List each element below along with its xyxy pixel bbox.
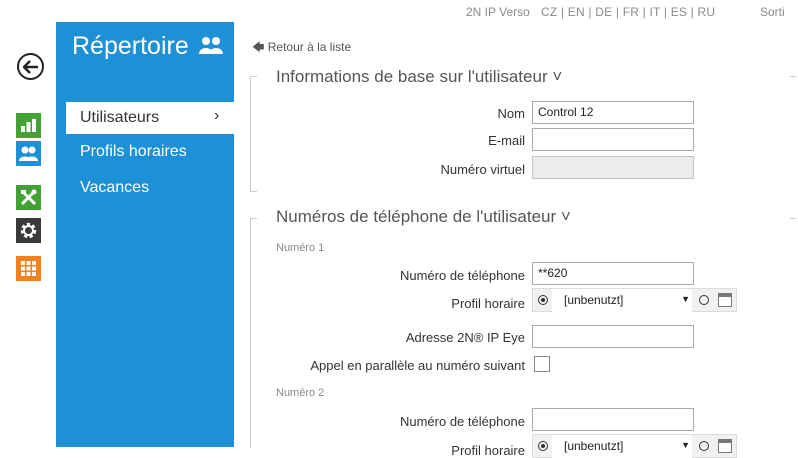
status-chart-icon[interactable]	[16, 113, 41, 138]
device-name: 2N IP Verso	[466, 5, 530, 19]
directory-panel: Répertoire Utilisateurs › Profils horair…	[56, 22, 234, 447]
directory-users-icon[interactable]	[16, 141, 41, 166]
section-bracket	[250, 218, 257, 448]
number-2-heading: Numéro 2	[276, 387, 325, 399]
settings-gear-icon[interactable]	[16, 218, 41, 243]
back-arrow-small-icon: 🡄	[252, 40, 265, 54]
phone-2-field[interactable]	[532, 408, 694, 431]
logout-link[interactable]: Sorti	[760, 5, 785, 19]
name-field[interactable]: Control 12	[532, 101, 694, 124]
services-grid-icon[interactable]	[16, 256, 41, 281]
section-bracket-right	[790, 218, 796, 219]
caret-down-icon: ▼	[681, 294, 690, 304]
basic-info-title[interactable]: Informations de base sur l'utilisateur ˅	[276, 67, 562, 87]
phone-1-label: Numéro de téléphone	[399, 268, 525, 283]
top-bar: 2N IP Verso CZ | EN | DE | FR | IT | ES …	[0, 0, 798, 22]
chevron-down-icon: ˅	[560, 207, 571, 226]
nav-item-profils-horaires[interactable]: Profils horaires	[80, 143, 187, 161]
section-bracket-right	[790, 76, 796, 77]
virtual-number-label: Numéro virtuel	[440, 162, 525, 177]
section-bracket	[250, 76, 257, 192]
email-field[interactable]	[532, 128, 694, 151]
nav-item-utilisateurs[interactable]: Utilisateurs ›	[66, 102, 234, 134]
icon-sidebar	[0, 22, 56, 447]
profile-1-radio-select[interactable]	[538, 295, 548, 305]
calendar-icon[interactable]	[718, 293, 732, 307]
nav-item-vacances[interactable]: Vacances	[80, 179, 149, 197]
profile-1-radio-calendar[interactable]	[699, 295, 709, 305]
name-label: Nom	[497, 106, 525, 121]
profile-2-radio-select[interactable]	[538, 441, 548, 451]
back-arrow-icon[interactable]	[17, 53, 44, 80]
email-label: E-mail	[488, 133, 525, 148]
phone-1-field[interactable]: **620	[532, 262, 694, 285]
ip-eye-1-label: Adresse 2N® IP Eye	[405, 330, 525, 345]
back-to-list-link[interactable]: 🡄 Retour à la liste	[252, 38, 351, 59]
phone-2-label: Numéro de téléphone	[399, 414, 525, 429]
language-selector[interactable]: CZ | EN | DE | FR | IT | ES | RU	[541, 5, 715, 19]
calendar-icon[interactable]	[718, 439, 732, 453]
profile-2-label: Profil horaire	[451, 443, 525, 458]
phone-numbers-title[interactable]: Numéros de téléphone de l'utilisateur ˅	[276, 207, 571, 227]
panel-title: Répertoire	[72, 32, 189, 60]
profile-1-label: Profil horaire	[451, 296, 525, 311]
chevron-right-icon: ›	[214, 107, 220, 124]
profile-1-select[interactable]: [unbenutzt] ▼	[552, 289, 692, 312]
chevron-down-icon: ˅	[552, 67, 563, 86]
parallel-call-label: Appel en parallèle au numéro suivant	[310, 358, 525, 373]
profile-2-radio-calendar[interactable]	[699, 441, 709, 451]
users-icon	[199, 36, 223, 60]
ip-eye-1-field[interactable]	[532, 325, 694, 348]
caret-down-icon: ▼	[681, 440, 690, 450]
parallel-call-checkbox[interactable]	[534, 356, 550, 372]
hardware-tools-icon[interactable]	[16, 185, 41, 210]
virtual-number-field	[532, 156, 694, 179]
nav-item-label: Utilisateurs	[80, 109, 160, 126]
number-1-heading: Numéro 1	[276, 242, 325, 254]
